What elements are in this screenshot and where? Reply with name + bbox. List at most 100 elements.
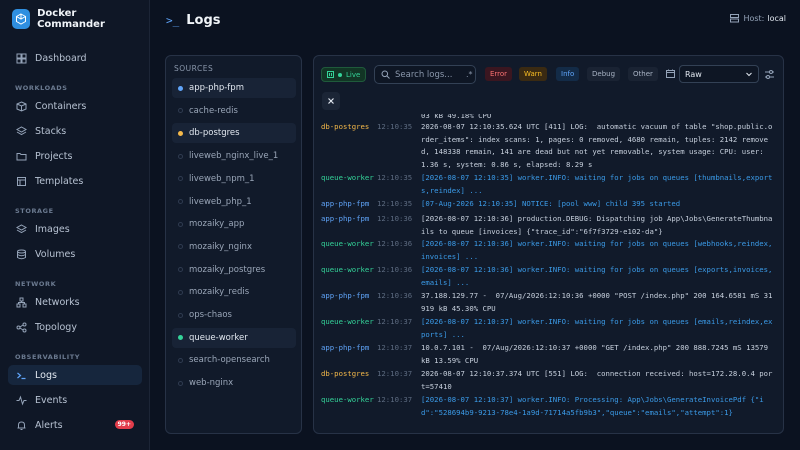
log-time: 12:10:36 bbox=[377, 265, 413, 274]
nav-label: Logs bbox=[35, 369, 57, 381]
log-output[interactable]: 03 kB 49.18% CPU db-postgres 12:10:35 2026-… bbox=[314, 114, 783, 433]
search-input[interactable] bbox=[395, 69, 463, 80]
nav-projects[interactable]: Projects bbox=[8, 146, 142, 166]
log-source[interactable]: app-php-fpm bbox=[321, 290, 376, 303]
source-status-dot bbox=[178, 312, 183, 318]
nav-label: Projects bbox=[35, 150, 73, 162]
source-item[interactable]: web-nginx bbox=[172, 373, 296, 393]
source-item[interactable]: search-opensearch bbox=[172, 350, 296, 370]
docker-cube-icon bbox=[12, 9, 31, 29]
source-item[interactable]: mozaiky_nginx bbox=[172, 237, 296, 257]
layers-icon bbox=[16, 125, 27, 137]
source-item[interactable]: queue-worker bbox=[172, 327, 296, 348]
log-source[interactable]: queue-worker bbox=[321, 238, 376, 251]
source-item[interactable]: mozaiky_postgres bbox=[172, 260, 296, 280]
log-time: 12:10:35 bbox=[377, 199, 413, 208]
log-message: 37.188.129.77 - 07/Aug/2026:12:10:36 +00… bbox=[421, 291, 773, 313]
source-item[interactable]: db-postgres bbox=[172, 123, 296, 144]
level-warn-toggle[interactable]: Warn bbox=[519, 67, 547, 81]
terminal-prompt-icon: >_ bbox=[166, 13, 180, 27]
source-item[interactable]: liveweb_php_1 bbox=[172, 192, 296, 212]
brand[interactable]: Docker Commander bbox=[0, 0, 149, 38]
source-item[interactable]: liveweb_nginx_live_1 bbox=[172, 146, 296, 166]
pause-icon bbox=[327, 71, 334, 78]
alerts-count-badge: 99+ bbox=[114, 420, 134, 429]
source-status-dot bbox=[178, 176, 183, 182]
source-status-dot bbox=[178, 357, 183, 363]
calendar-icon[interactable] bbox=[665, 68, 675, 78]
nav-alerts[interactable]: Alerts 99+ bbox=[8, 415, 142, 435]
section-network: NETWORK bbox=[15, 280, 57, 288]
log-time: 12:10:37 bbox=[377, 317, 413, 326]
log-source[interactable]: queue-worker bbox=[321, 316, 376, 329]
source-item[interactable]: cache-redis bbox=[172, 101, 296, 121]
nav-label: Alerts bbox=[35, 419, 63, 431]
source-item[interactable]: ops-chaos bbox=[172, 305, 296, 325]
log-source[interactable]: queue-worker bbox=[321, 172, 376, 185]
source-status-dot bbox=[178, 108, 183, 114]
source-status-dot bbox=[178, 244, 183, 250]
regex-toggle[interactable]: .* bbox=[466, 70, 473, 79]
layers-icon bbox=[16, 223, 27, 235]
log-time: 12:10:35 bbox=[377, 122, 413, 131]
log-source[interactable]: queue-worker bbox=[321, 264, 376, 277]
level-info-toggle[interactable]: Info bbox=[556, 67, 580, 81]
nav-networks[interactable]: Networks bbox=[8, 292, 142, 312]
log-source[interactable]: app-php-fpm bbox=[321, 198, 376, 211]
source-name: queue-worker bbox=[189, 332, 248, 343]
source-name: ops-chaos bbox=[189, 310, 232, 320]
clear-filter-button[interactable] bbox=[322, 92, 340, 110]
format-value: Raw bbox=[685, 69, 702, 79]
level-error-toggle[interactable]: Error bbox=[485, 67, 513, 81]
activity-icon bbox=[16, 395, 27, 406]
format-select[interactable]: Raw bbox=[679, 65, 759, 83]
source-name: mozaiky_postgres bbox=[189, 264, 266, 275]
source-item[interactable]: app-php-fpm bbox=[172, 78, 296, 98]
log-source[interactable]: app-php-fpm bbox=[321, 342, 376, 355]
nav-volumes[interactable]: Volumes bbox=[8, 244, 142, 264]
nav-stacks[interactable]: Stacks bbox=[8, 121, 142, 141]
log-source[interactable]: db-postgres bbox=[321, 121, 376, 134]
source-status-dot bbox=[178, 267, 183, 273]
sources-title: SOURCES bbox=[174, 64, 214, 73]
host-indicator[interactable]: Host: local bbox=[730, 14, 786, 23]
log-source[interactable]: app-php-fpm bbox=[321, 213, 376, 226]
nav-containers[interactable]: Containers bbox=[8, 96, 142, 116]
nav-label: Templates bbox=[35, 175, 84, 187]
nav-topology[interactable]: Topology bbox=[8, 317, 142, 337]
page-header: >_ Logs Host: local bbox=[150, 0, 800, 40]
live-dot bbox=[338, 72, 342, 77]
chevron-down-icon bbox=[745, 70, 753, 78]
source-name: liveweb_nginx_live_1 bbox=[189, 151, 279, 162]
live-toggle[interactable]: Live bbox=[321, 67, 367, 82]
app-name: Docker Commander bbox=[37, 8, 105, 30]
share-icon bbox=[16, 322, 27, 333]
log-message: [2026-08-07 12:10:36] worker.INFO: waiti… bbox=[421, 239, 773, 261]
log-message: [2026-08-07 12:10:35] worker.INFO: waiti… bbox=[421, 173, 773, 195]
section-storage: STORAGE bbox=[15, 207, 54, 215]
level-other-toggle[interactable]: Other bbox=[628, 67, 658, 81]
sliders-icon[interactable] bbox=[763, 68, 775, 80]
source-item[interactable]: mozaiky_redis bbox=[172, 282, 296, 302]
log-time: 12:10:36 bbox=[377, 291, 413, 300]
database-icon bbox=[16, 249, 27, 260]
log-source[interactable]: queue-worker bbox=[321, 394, 376, 407]
live-label: Live bbox=[346, 70, 361, 79]
nav-images[interactable]: Images bbox=[8, 219, 142, 239]
nav-templates[interactable]: Templates bbox=[8, 171, 142, 191]
log-source[interactable]: db-postgres bbox=[321, 368, 376, 381]
log-time: 12:10:36 bbox=[377, 239, 413, 248]
log-message: 2026-08-07 12:10:37.374 UTC [551] LOG: c… bbox=[421, 369, 773, 391]
source-item[interactable]: mozaiky_app bbox=[172, 214, 296, 234]
source-item[interactable]: liveweb_npm_1 bbox=[172, 169, 296, 189]
nav-dashboard[interactable]: Dashboard bbox=[8, 48, 142, 68]
nav-label: Stacks bbox=[35, 125, 67, 137]
nav-events[interactable]: Events bbox=[8, 390, 142, 410]
log-message: 10.0.7.101 - 07/Aug/2026:12:10:37 +0000 … bbox=[421, 343, 773, 365]
level-debug-toggle[interactable]: Debug bbox=[587, 67, 621, 81]
source-name: cache-redis bbox=[189, 105, 238, 116]
search-box[interactable]: .* bbox=[374, 65, 476, 84]
log-message: [2026-08-07 12:10:37] worker.INFO: Proce… bbox=[421, 395, 764, 417]
nav-logs[interactable]: Logs bbox=[8, 365, 142, 385]
host-label: Host: bbox=[743, 14, 765, 23]
